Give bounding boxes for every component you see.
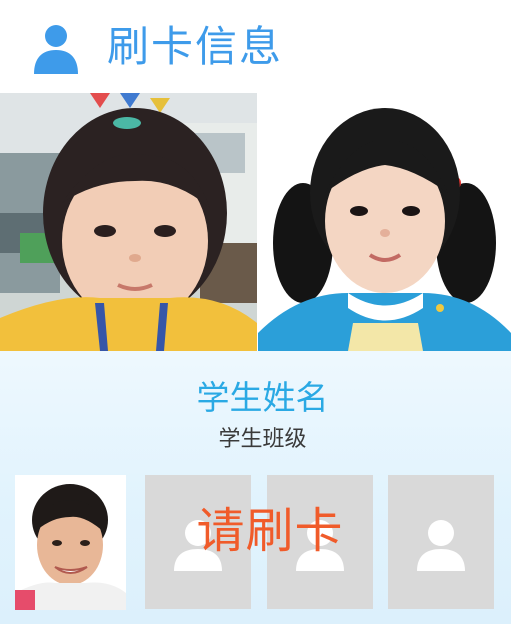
- student-name: 学生姓名: [196, 378, 329, 417]
- student-photo-id: [258, 93, 511, 351]
- student-photo-classroom: [0, 93, 257, 351]
- swipe-card-prompt: 请刷卡: [196, 503, 344, 559]
- pickup-person-photo: [15, 475, 126, 610]
- avatar-placeholder-icon: [417, 520, 465, 571]
- pickup-slot: [388, 475, 494, 609]
- page-title: 刷卡信息: [107, 22, 284, 71]
- person-icon: [34, 25, 78, 74]
- student-class: 学生班级: [218, 427, 307, 452]
- swipe-card-screen: 刷卡信息 学生姓名 学生班级 请刷卡: [0, 0, 511, 624]
- header: 刷卡信息: [0, 0, 511, 92]
